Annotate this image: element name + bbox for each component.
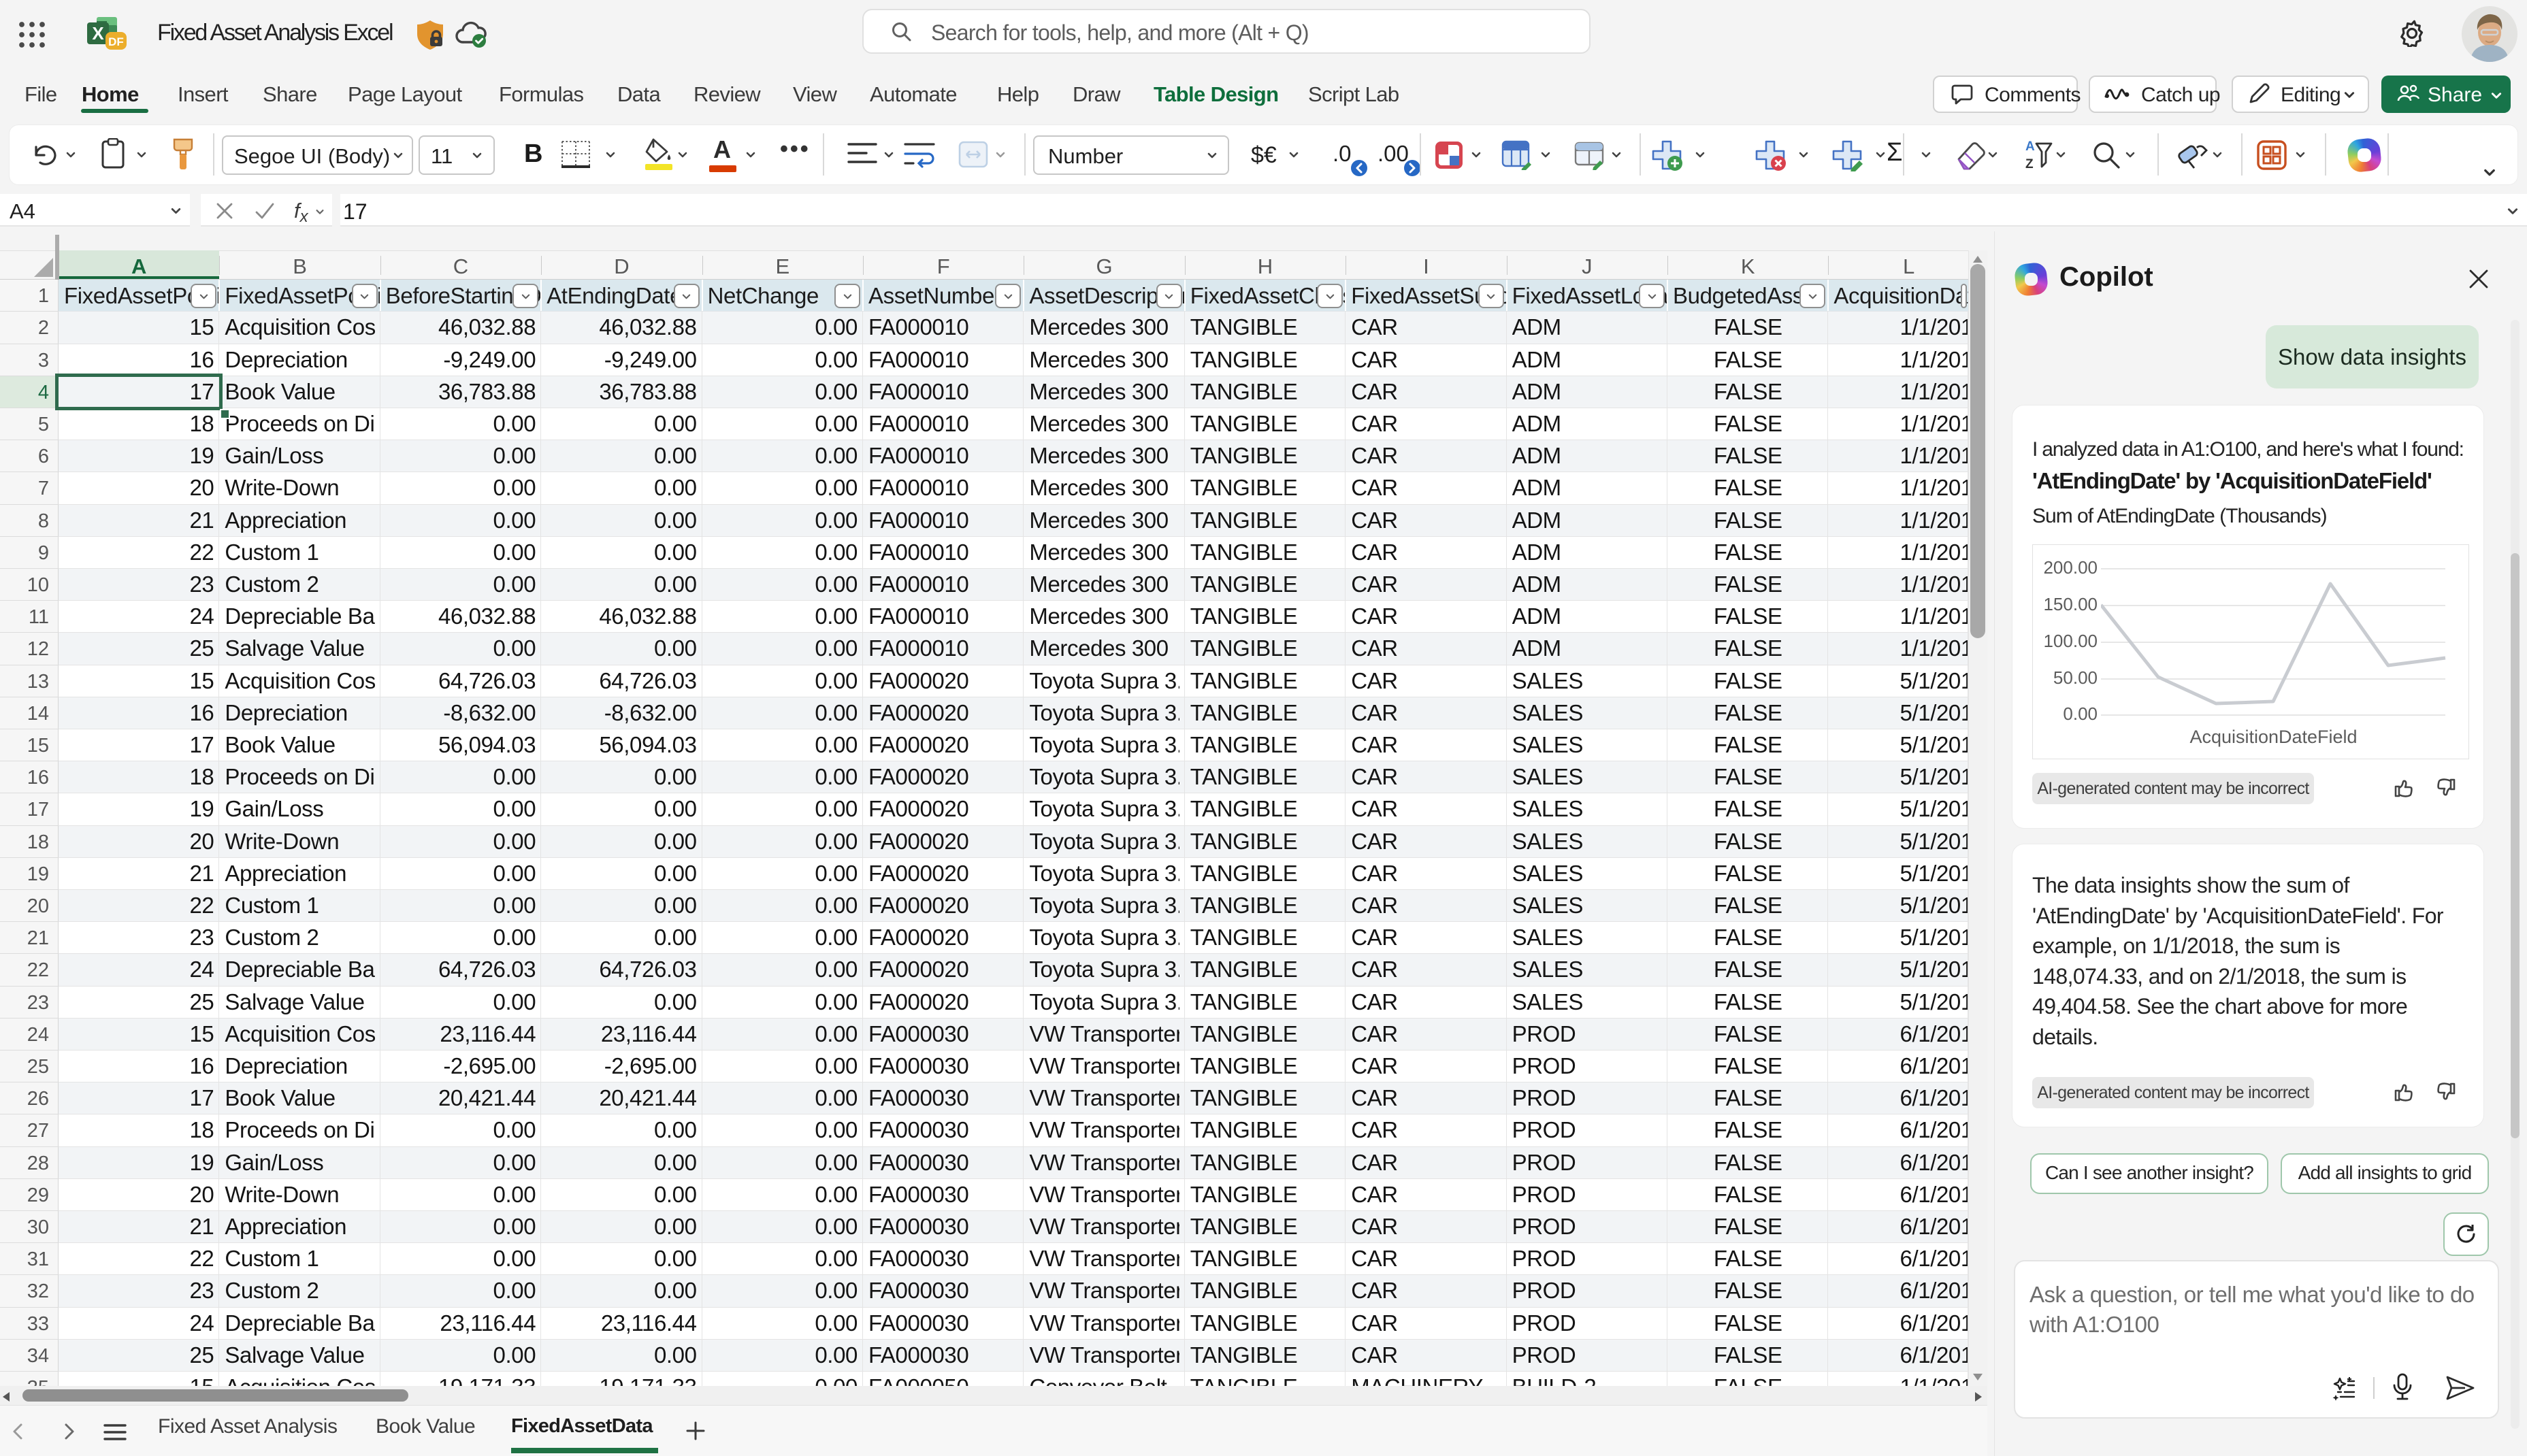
svg-text:Z: Z <box>2025 157 2034 171</box>
svg-text:DF: DF <box>108 35 124 48</box>
svg-text:A: A <box>2025 139 2035 154</box>
svg-text:X: X <box>92 23 104 44</box>
